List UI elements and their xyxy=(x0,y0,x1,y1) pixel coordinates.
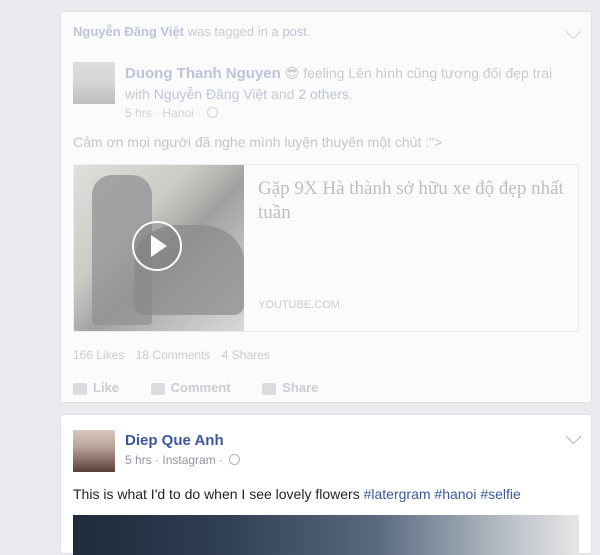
comments-count-link[interactable]: 18 Comments xyxy=(136,348,211,362)
and-text: and xyxy=(267,86,299,102)
shared-link-source: YOUTUBE.COM xyxy=(258,299,340,311)
author-name-link[interactable]: Diep Que Anh xyxy=(125,432,224,449)
video-thumbnail[interactable] xyxy=(74,165,244,331)
play-icon[interactable] xyxy=(132,221,182,271)
comment-label: Comment xyxy=(170,380,231,395)
post-actions: Like Comment Share xyxy=(73,380,346,395)
post-meta: 5 hrs · Instagram · xyxy=(125,453,241,467)
shared-link-card[interactable]: Gặp 9X Hà thành sở hữu xe độ đẹp nhất tu… xyxy=(73,164,579,332)
comment-bubble-icon xyxy=(150,382,165,395)
tagged-notice: Nguyễn Đăng Việt was tagged in a post. xyxy=(73,24,311,39)
post-time-link[interactable]: 5 hrs xyxy=(125,106,152,120)
post-body: Cảm ơn mọi người đã nghe mình luyện thuy… xyxy=(73,134,443,150)
post-stats: 166 Likes 18 Comments 4 Shares xyxy=(73,348,278,362)
post-photo[interactable] xyxy=(73,515,579,555)
hashtag-latergram[interactable]: #latergram xyxy=(364,486,431,502)
tagged-notice-end: . xyxy=(306,24,311,39)
with-user-link[interactable]: Nguyễn Đăng Việt xyxy=(154,86,267,102)
post-source-link[interactable]: Instagram xyxy=(162,453,215,467)
like-label: Like xyxy=(93,380,120,395)
others-link[interactable]: 2 others xyxy=(298,86,349,102)
like-button[interactable]: Like xyxy=(73,380,119,395)
post-body-text: This is what I'd to do when I see lovely… xyxy=(73,486,364,502)
globe-icon[interactable] xyxy=(207,107,219,119)
likes-count-link[interactable]: 166 Likes xyxy=(73,348,124,362)
post-location-link[interactable]: Hanoi xyxy=(162,106,193,120)
hashtag-selfie[interactable]: #selfie xyxy=(480,486,520,502)
tagged-notice-text: was tagged in a xyxy=(184,24,283,39)
post-options-chevron-icon[interactable] xyxy=(565,23,582,40)
share-label: Share xyxy=(282,380,319,395)
post-options-chevron-icon[interactable] xyxy=(565,428,582,445)
photo-post-card: Diep Que Anh 5 hrs · Instagram · This is… xyxy=(60,414,592,555)
post-header: Duong Thanh Nguyen 😎 feeling Lên hình cũ… xyxy=(125,63,565,104)
comment-button[interactable]: Comment xyxy=(150,380,231,395)
shared-link-title[interactable]: Gặp 9X Hà thành sở hữu xe độ đẹp nhất tu… xyxy=(258,177,568,225)
header-period: . xyxy=(348,86,353,102)
shares-count-link[interactable]: 4 Shares xyxy=(222,348,270,362)
share-button[interactable]: Share xyxy=(262,380,318,395)
tagged-post-link[interactable]: post xyxy=(282,24,307,39)
tagged-post-card: Nguyễn Đăng Việt was tagged in a post. D… xyxy=(60,11,592,403)
share-arrow-icon xyxy=(262,382,277,395)
thumbs-up-icon xyxy=(73,382,87,395)
globe-icon[interactable] xyxy=(229,454,241,466)
post-time-link[interactable]: 5 hrs xyxy=(125,453,152,467)
author-avatar[interactable] xyxy=(73,430,115,472)
tagged-user-link[interactable]: Nguyễn Đăng Việt xyxy=(73,24,184,39)
author-avatar[interactable] xyxy=(73,62,115,104)
post-header: Diep Que Anh xyxy=(125,430,565,451)
post-body: This is what I'd to do when I see lovely… xyxy=(73,486,521,502)
hashtag-hanoi[interactable]: #hanoi xyxy=(434,486,476,502)
post-meta: 5 hrs · Hanoi · xyxy=(125,106,219,120)
author-name-link[interactable]: Duong Thanh Nguyen xyxy=(125,65,281,82)
sunglasses-emoji-icon: 😎 xyxy=(284,65,300,81)
